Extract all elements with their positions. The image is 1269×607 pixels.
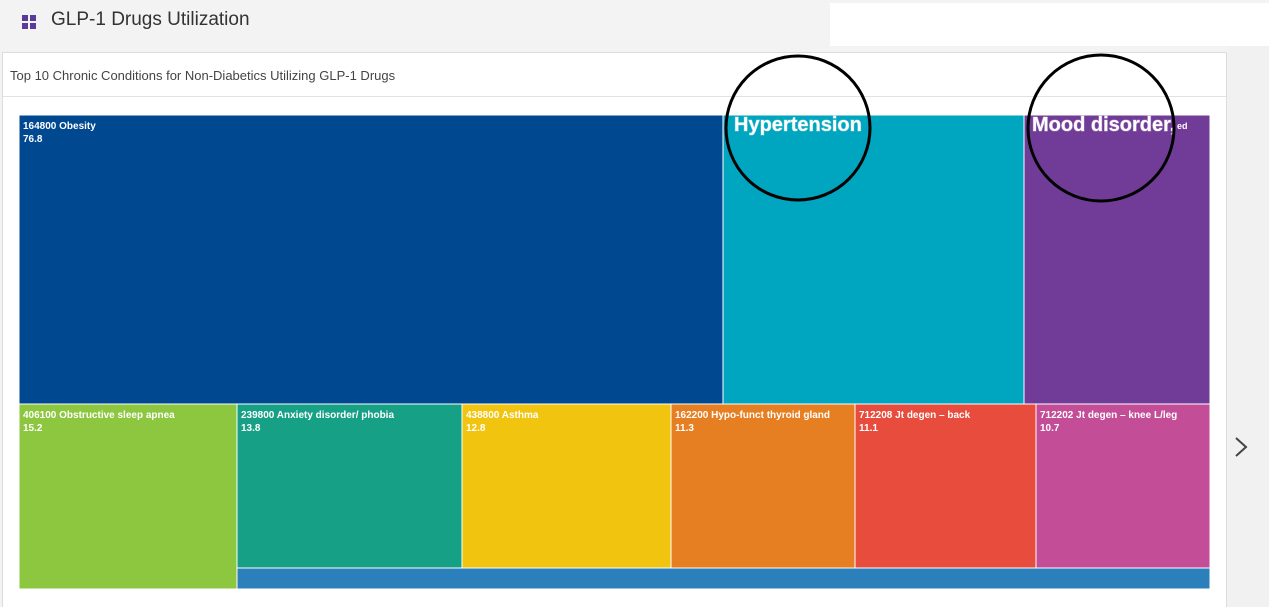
treemap-tile-value: 15.2 [23,423,43,434]
treemap-tile-1[interactable] [18,114,724,405]
treemap-tile-value: 13.8 [241,423,261,434]
treemap-chart: 164800 Obesity 76.8 406100 Obstructive sle… [18,53,1211,590]
treemap-tile-label: 162200 Hypo-funct thyroid gland [675,410,830,421]
treemap-tile-5[interactable] [236,403,463,569]
treemap-tile-9[interactable] [1035,403,1211,569]
treemap-tile-value: 76.8 [23,134,43,145]
treemap-tile-label: 712202 Jt degen – knee L/leg [1040,410,1177,421]
treemap-tile-label: 712208 Jt degen – back [859,410,971,421]
treemap-tile-label: 406100 Obstructive sleep apnea [23,410,175,421]
treemap-tile-value: 11.3 [675,423,694,434]
annotation-mood-disorder-label: Mood disorder, [1032,114,1175,136]
treemap-tile-label: 239800 Anxiety disorder/ phobia [241,410,394,421]
treemap-tile-label: 438800 Asthma [466,410,539,421]
treemap-tile-7[interactable] [670,403,856,569]
treemap-tile-4[interactable] [18,403,238,590]
treemap-tile-value: 12.8 [466,423,486,434]
treemap-tile-label: 164800 Obesity [23,121,96,132]
treemap-tile-10[interactable] [236,567,1211,590]
annotation-mood-disorder-trailing: ed [1177,121,1188,131]
treemap-tile-2[interactable] [722,114,1025,405]
treemap-tile-value: 10.7 [1040,423,1060,434]
treemap-tile-3[interactable] [1023,114,1211,405]
annotation-hypertension-label: Hypertension [734,114,862,136]
treemap-tile-8[interactable] [854,403,1037,569]
treemap-tile-value: 11.1 [859,423,878,434]
treemap-tile-6[interactable] [461,403,672,569]
